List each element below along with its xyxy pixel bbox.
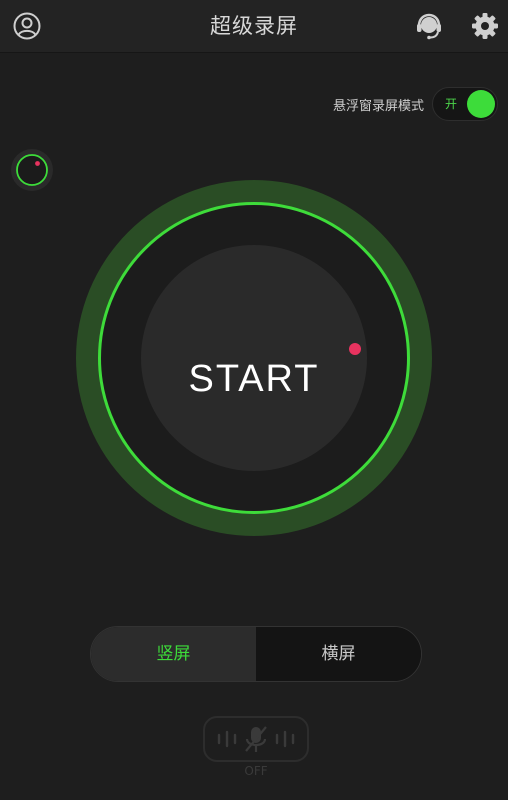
landscape-option[interactable]: 横屏 (256, 627, 421, 681)
record-dot-icon (349, 343, 361, 355)
mic-toggle-button[interactable] (203, 716, 309, 762)
toggle-on-text: 开 (445, 97, 458, 111)
header-bar: 超级录屏 (0, 0, 508, 53)
floating-mode-toggle[interactable]: 开 (432, 87, 498, 121)
floating-mode-row: 悬浮窗录屏模式 开 (333, 86, 498, 122)
start-record-button[interactable]: START (98, 202, 410, 514)
toggle-knob (467, 90, 495, 118)
orientation-selector: 竖屏 横屏 (90, 626, 422, 682)
app-screen: 超级录屏 悬浮窗录屏模式 开 START 竖屏 横屏 OFF (0, 0, 508, 800)
gear-icon[interactable] (469, 10, 501, 42)
mic-state-label: OFF (244, 764, 268, 778)
portrait-option[interactable]: 竖屏 (91, 627, 256, 681)
start-label: START (188, 358, 320, 400)
floating-mode-label: 悬浮窗录屏模式 (332, 98, 424, 114)
floating-ball-icon[interactable] (10, 148, 54, 192)
microphone-muted-icon (217, 726, 295, 752)
record-button-area: START (76, 180, 432, 536)
headset-icon[interactable] (413, 10, 445, 42)
